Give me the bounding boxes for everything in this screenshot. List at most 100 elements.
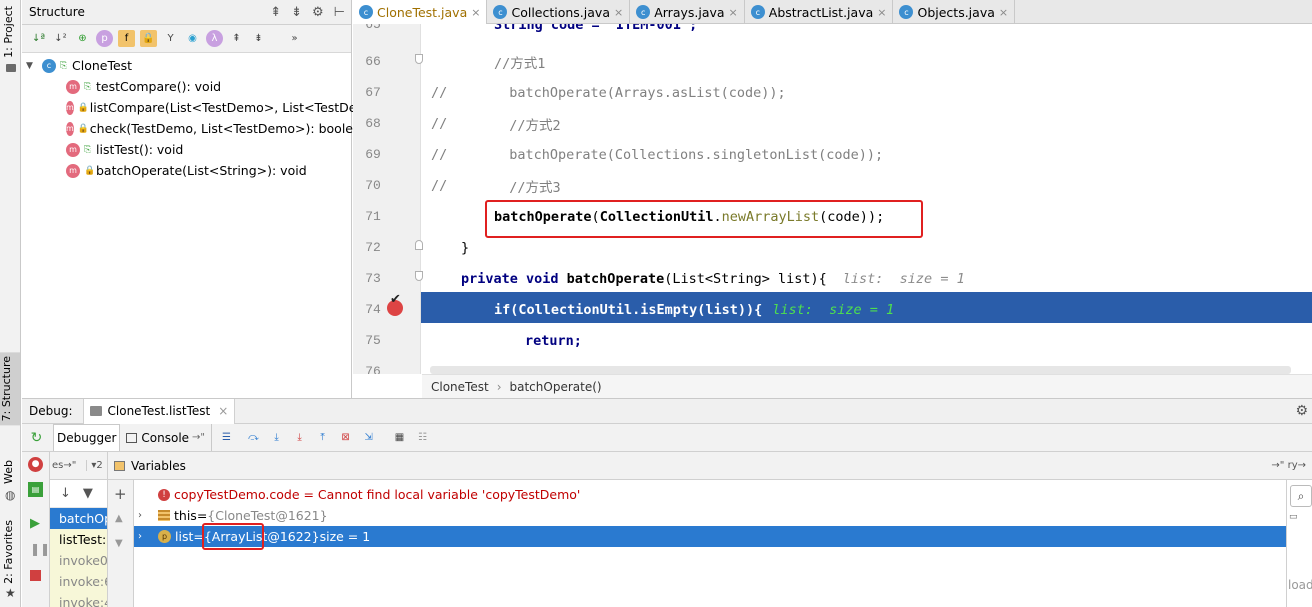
sort-visibility-icon[interactable]: ↓² — [52, 30, 69, 47]
code-line-68[interactable]: // //方式2 — [431, 108, 561, 139]
tree-item-label: listTest(): void — [96, 142, 184, 157]
tab-abstractlist[interactable]: c AbstractList.java × — [745, 0, 894, 24]
show-lambdas-icon[interactable]: ◉ — [184, 30, 201, 47]
settings-gear-icon[interactable]: ⚙ — [312, 5, 324, 20]
tree-root[interactable]: ▼ c ⎘ CloneTest — [22, 55, 351, 76]
sort-alpha-icon[interactable]: ↓ª — [30, 30, 47, 47]
code-text: // — [431, 115, 448, 132]
stop-icon[interactable] — [30, 570, 41, 581]
pause-icon[interactable]: ❚❚ — [30, 542, 50, 556]
settings-gear-icon[interactable]: ⚙ — [1295, 403, 1308, 419]
variable-row[interactable]: ! copyTestDemo.code = Cannot find local … — [134, 484, 1286, 505]
code-line-67[interactable]: // batchOperate(Arrays.asList(code)); — [431, 77, 786, 108]
project-tool-tab[interactable]: 1: Project — [2, 6, 15, 58]
code-line-75[interactable]: return; — [525, 325, 582, 356]
show-inherited-icon[interactable]: ⊕ — [74, 30, 91, 47]
favorites-tool-tab[interactable]: 2: Favorites — [2, 520, 15, 584]
tree-item[interactable]: m 🔒 listCompare(List<TestDemo>, List<Test… — [22, 97, 369, 118]
frame-item[interactable]: batchOp — [50, 508, 107, 529]
horizontal-scrollbar[interactable] — [430, 366, 1291, 374]
collapse-icon[interactable]: ⇟ — [250, 30, 267, 47]
tree-item[interactable]: m 🔒 batchOperate(List<String>): void — [22, 160, 351, 181]
show-fields-icon[interactable]: f — [118, 30, 135, 47]
more-tools-icon[interactable]: ▭ — [1289, 512, 1298, 522]
close-icon[interactable]: × — [729, 6, 738, 19]
filter-icon[interactable]: ▼ — [83, 486, 93, 501]
tree-root-label: CloneTest — [72, 58, 133, 73]
code-line-69[interactable]: // batchOperate(Collections.singletonList… — [431, 139, 883, 170]
code-line-65[interactable]: String code = "ITEM-001"; — [494, 24, 697, 40]
threads-dropdown[interactable]: ▾2 — [86, 460, 103, 471]
get-thread-dump-icon[interactable]: ▤ — [28, 482, 43, 497]
close-icon[interactable]: × — [614, 6, 623, 19]
fold-marker-icon[interactable] — [415, 240, 423, 250]
hide-panel-icon[interactable]: ⊢ — [334, 5, 345, 20]
show-properties-icon[interactable]: p — [96, 30, 113, 47]
tab-clonetest[interactable]: c CloneTest.java × — [353, 0, 488, 24]
show-anonymous-icon[interactable]: Y — [162, 30, 179, 47]
frame-item[interactable]: invoke:4 — [50, 592, 107, 607]
rerun-icon[interactable]: ↻ — [28, 429, 45, 446]
code-text: private void — [461, 270, 567, 287]
tree-item[interactable]: m ⎘ listTest(): void — [22, 139, 351, 160]
show-execution-point-icon[interactable]: ☰ — [218, 429, 235, 446]
breadcrumb-item-method[interactable]: batchOperate() — [510, 380, 602, 394]
expand-all-icon[interactable]: ⇞ — [270, 5, 281, 20]
frame-item[interactable]: invoke:6 — [50, 571, 107, 592]
web-tool-tab[interactable]: Web — [2, 460, 15, 484]
tab-arrays[interactable]: c Arrays.java × — [630, 0, 745, 24]
drop-frame-icon[interactable]: ⊠ — [337, 429, 354, 446]
code-line-66[interactable]: //方式1 — [494, 46, 545, 77]
tree-item[interactable]: m ⎘ testCompare(): void — [22, 76, 351, 97]
breadcrumb-item-class[interactable]: CloneTest — [431, 380, 489, 394]
add-watch-icon[interactable]: + — [114, 485, 127, 503]
editor-gutter[interactable] — [353, 24, 421, 374]
more-icon[interactable]: » — [286, 30, 303, 47]
search-icon[interactable]: ⌕ — [1290, 485, 1312, 507]
frame-item[interactable]: invoke0: — [50, 550, 107, 571]
run-to-cursor-icon[interactable]: ⇲ — [360, 429, 377, 446]
close-icon[interactable]: × — [999, 6, 1008, 19]
chevron-right-icon[interactable]: › — [138, 531, 152, 542]
step-over-icon[interactable]: ⤼ — [245, 429, 262, 446]
tab-console[interactable]: Console →" — [120, 424, 213, 451]
chevron-right-icon[interactable]: › — [138, 510, 152, 521]
code-line-72[interactable]: } — [461, 232, 469, 263]
checkmark-icon: ✔ — [390, 292, 401, 307]
code-line-74[interactable]: if(CollectionUtil.isEmpty(list)){list: s… — [494, 294, 894, 325]
tab-objects[interactable]: c Objects.java × — [893, 0, 1016, 24]
tab-collections[interactable]: c Collections.java × — [487, 0, 631, 24]
expand-icon[interactable]: ⇞ — [228, 30, 245, 47]
move-up-icon[interactable]: ▲ — [115, 513, 123, 524]
resume-icon[interactable]: ▶ — [30, 516, 40, 531]
show-non-public-icon[interactable]: 🔒 — [140, 30, 157, 47]
close-icon[interactable]: × — [877, 6, 886, 19]
view-breakpoints-icon[interactable]: ● — [28, 457, 43, 472]
step-out-icon[interactable]: ⤒ — [314, 429, 331, 446]
step-into-icon[interactable]: ⤓ — [268, 429, 285, 446]
arrow-down-icon[interactable]: ↓ — [60, 486, 71, 501]
structure-tool-tab[interactable]: 7: Structure — [0, 352, 20, 426]
frames-filter[interactable]: es→" — [52, 460, 76, 471]
variables-more[interactable]: →" ry→ — [1271, 460, 1306, 471]
close-icon[interactable]: × — [218, 404, 228, 418]
tab-debugger[interactable]: Debugger — [53, 424, 121, 451]
move-down-icon[interactable]: ▼ — [115, 538, 123, 549]
force-step-into-icon[interactable]: ⤓ — [291, 429, 308, 446]
code-line-73[interactable]: private void batchOperate (List<String> l… — [461, 263, 965, 294]
code-line-70[interactable]: // //方式3 — [431, 170, 561, 201]
frame-item[interactable]: listTest:7 — [50, 529, 107, 550]
close-icon[interactable]: × — [471, 6, 480, 19]
variable-row[interactable]: › this = {CloneTest@1621} — [134, 505, 1286, 526]
fold-marker-icon[interactable] — [415, 271, 423, 281]
tree-item[interactable]: m 🔒 check(TestDemo, List<TestDemo>): bool… — [22, 118, 361, 139]
debug-session-tab[interactable]: CloneTest.listTest × — [82, 398, 236, 424]
code-editor[interactable]: 65 66 67 68 69 70 71 72 73 74 75 76 ✔ St… — [353, 24, 1312, 374]
evaluate-expression-icon[interactable]: ▦ — [391, 429, 408, 446]
chevron-down-icon[interactable]: ▼ — [26, 61, 42, 71]
lambda-icon[interactable]: λ — [206, 30, 223, 47]
collapse-all-icon[interactable]: ⇟ — [291, 5, 302, 20]
variable-row-selected[interactable]: › p list = {ArrayList@1622} size = 1 — [134, 526, 1286, 547]
trace-icon[interactable]: ☷ — [414, 429, 431, 446]
fold-marker-icon[interactable] — [415, 54, 423, 64]
